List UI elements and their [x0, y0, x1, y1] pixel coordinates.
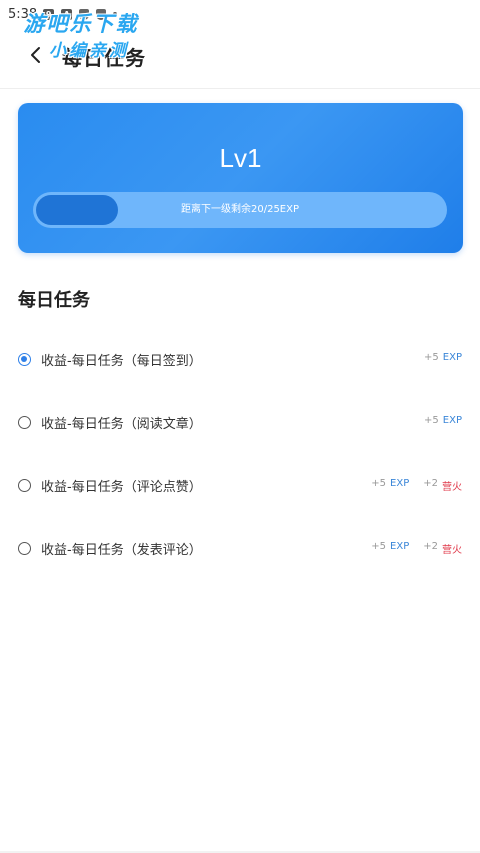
task-label: 收益-每日任务（评论点赞） [41, 480, 202, 495]
reward-amount: +5 [371, 478, 387, 489]
reward-badge: +2 营火 [423, 478, 462, 493]
reward-amount: +2 [423, 541, 438, 552]
watermark-line2: 小编亲测 [49, 41, 129, 61]
section-title: 每日任务 [18, 290, 90, 311]
reward-amount: +5 [424, 415, 439, 426]
task-label: 收益-每日任务（发表评论） [41, 543, 202, 558]
task-radio[interactable] [18, 353, 31, 366]
reward-unit: EXP [390, 541, 410, 552]
task-row[interactable]: 收益-每日任务（发表评论） +5 EXP +2 营火 [0, 517, 480, 580]
reward-unit: 营火 [442, 545, 462, 556]
reward-badge: +5 EXP [424, 415, 462, 426]
level-card: Lv1 距离下一级剩余20/25EXP [18, 103, 463, 253]
task-radio[interactable] [18, 416, 31, 429]
reward-badge: +5 EXP [371, 541, 409, 556]
reward-unit: 营火 [442, 482, 462, 493]
reward-unit: EXP [442, 415, 462, 426]
task-row[interactable]: 收益-每日任务（每日签到） +5 EXP [0, 328, 480, 391]
task-rewards: +5 EXP [424, 352, 462, 363]
watermark-line1: 游吧乐下载 [23, 12, 139, 36]
reward-unit: EXP [390, 478, 410, 489]
task-radio[interactable] [18, 542, 31, 555]
reward-badge: +5 EXP [424, 352, 462, 363]
task-rewards: +5 EXP +2 营火 [371, 478, 462, 493]
header-divider [0, 88, 480, 89]
level-progress-bar: 距离下一级剩余20/25EXP [33, 192, 447, 228]
task-label: 收益-每日任务（阅读文章） [41, 417, 202, 432]
task-row[interactable]: 收益-每日任务（评论点赞） +5 EXP +2 营火 [0, 454, 480, 517]
reward-badge: +2 营火 [423, 541, 462, 556]
task-radio[interactable] [18, 479, 31, 492]
task-rewards: +5 EXP [424, 415, 462, 426]
reward-amount: +5 [424, 352, 439, 363]
task-list: 收益-每日任务（每日签到） +5 EXP 收益-每日任务（阅读文章） +5 EXP 收益-每… [0, 328, 480, 580]
task-label: 收益-每日任务（每日签到） [41, 354, 202, 369]
reward-amount: +5 [371, 541, 387, 552]
reward-badge: +5 EXP [371, 478, 409, 493]
level-label: Lv1 [219, 143, 262, 173]
reward-unit: EXP [442, 352, 462, 363]
reward-amount: +2 [423, 478, 438, 489]
task-row[interactable]: 收益-每日任务（阅读文章） +5 EXP [0, 391, 480, 454]
level-progress-text: 距离下一级剩余20/25EXP [180, 204, 300, 215]
watermark-logo: 游吧乐下载 小编亲测 [6, 8, 156, 64]
task-rewards: +5 EXP +2 营火 [371, 541, 462, 556]
